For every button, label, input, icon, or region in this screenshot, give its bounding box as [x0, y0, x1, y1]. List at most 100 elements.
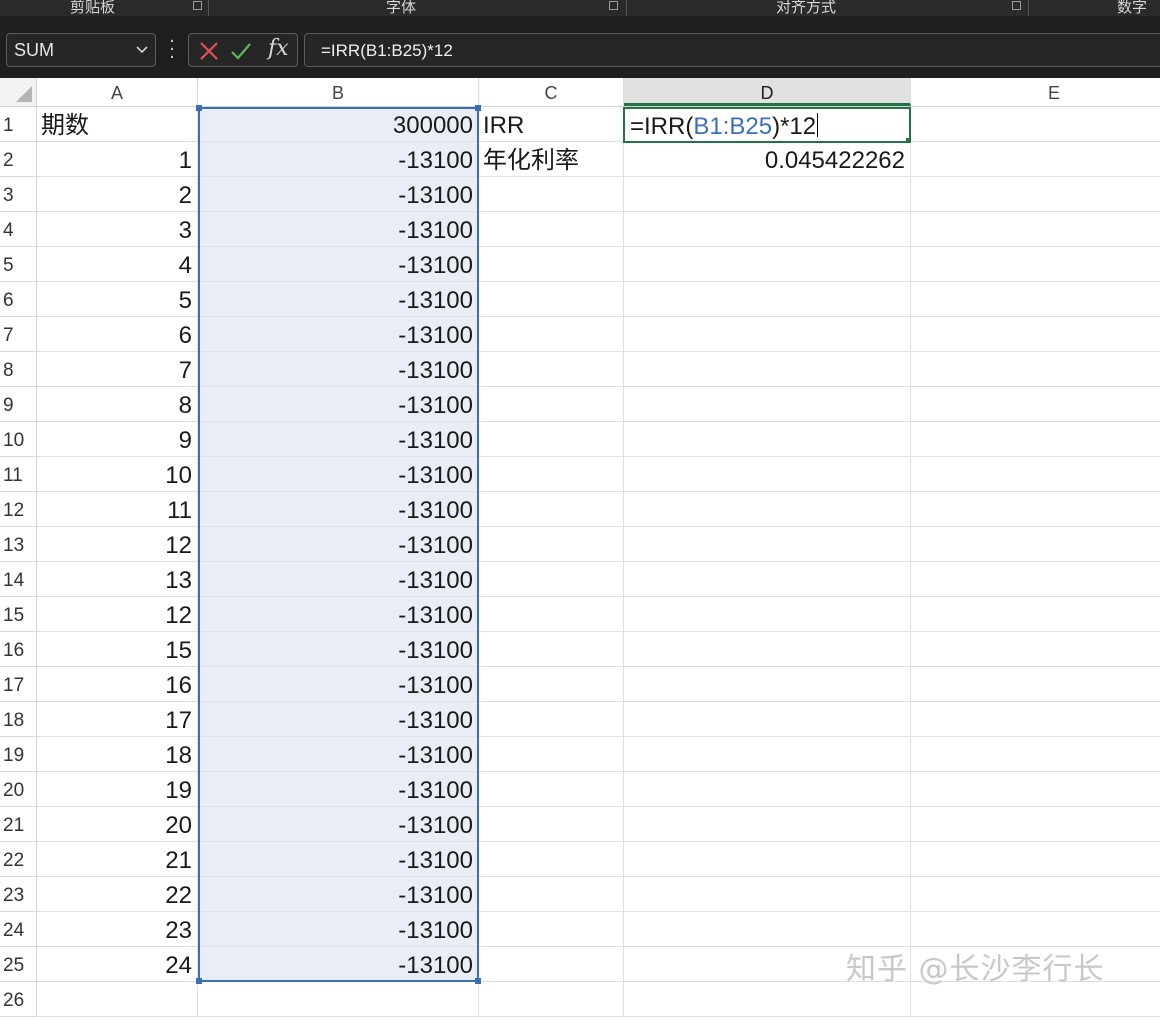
confirm-check-icon[interactable] — [229, 39, 253, 63]
cell-d16[interactable] — [624, 632, 911, 667]
cell-e17[interactable] — [911, 667, 1160, 702]
cell-d6[interactable] — [624, 282, 911, 317]
cell-a18[interactable]: 17 — [37, 702, 198, 737]
cell-b16[interactable]: -13100 — [198, 632, 479, 667]
row-header-24[interactable]: 24 — [0, 912, 37, 947]
cell-e24[interactable] — [911, 912, 1160, 947]
cell-b23[interactable]: -13100 — [198, 877, 479, 912]
cell-d21[interactable] — [624, 807, 911, 842]
cell-b18[interactable]: -13100 — [198, 702, 479, 737]
cell-d20[interactable] — [624, 772, 911, 807]
name-box[interactable]: SUM — [6, 33, 156, 67]
row-header-25[interactable]: 25 — [0, 947, 37, 982]
cell-a10[interactable]: 9 — [37, 422, 198, 457]
row-header-5[interactable]: 5 — [0, 247, 37, 282]
cell-a25[interactable]: 24 — [37, 947, 198, 982]
cell-c1[interactable]: IRR — [479, 107, 624, 142]
cell-d10[interactable] — [624, 422, 911, 457]
row-header-12[interactable]: 12 — [0, 492, 37, 527]
cell-a13[interactable]: 12 — [37, 527, 198, 562]
row-header-19[interactable]: 19 — [0, 737, 37, 772]
cell-a3[interactable]: 2 — [37, 177, 198, 212]
row-header-13[interactable]: 13 — [0, 527, 37, 562]
cell-e13[interactable] — [911, 527, 1160, 562]
chevron-down-icon[interactable] — [135, 44, 149, 56]
cell-e20[interactable] — [911, 772, 1160, 807]
cell-b9[interactable]: -13100 — [198, 387, 479, 422]
row-header-17[interactable]: 17 — [0, 667, 37, 702]
cell-d14[interactable] — [624, 562, 911, 597]
cell-e7[interactable] — [911, 317, 1160, 352]
column-header-c[interactable]: C — [479, 78, 624, 106]
cell-b14[interactable]: -13100 — [198, 562, 479, 597]
cell-b6[interactable]: -13100 — [198, 282, 479, 317]
cell-b25[interactable]: -13100 — [198, 947, 479, 982]
cell-b19[interactable]: -13100 — [198, 737, 479, 772]
cell-b3[interactable]: -13100 — [198, 177, 479, 212]
cell-a22[interactable]: 21 — [37, 842, 198, 877]
cell-e19[interactable] — [911, 737, 1160, 772]
cell-e9[interactable] — [911, 387, 1160, 422]
row-header-16[interactable]: 16 — [0, 632, 37, 667]
cell-c23[interactable] — [479, 877, 624, 912]
row-header-23[interactable]: 23 — [0, 877, 37, 912]
column-header-a[interactable]: A — [37, 78, 198, 106]
cell-c14[interactable] — [479, 562, 624, 597]
cell-e5[interactable] — [911, 247, 1160, 282]
cell-c20[interactable] — [479, 772, 624, 807]
cell-b15[interactable]: -13100 — [198, 597, 479, 632]
cell-a15[interactable]: 12 — [37, 597, 198, 632]
cell-a26[interactable] — [37, 982, 198, 1017]
cell-c17[interactable] — [479, 667, 624, 702]
cell-d12[interactable] — [624, 492, 911, 527]
cell-e6[interactable] — [911, 282, 1160, 317]
cell-a2[interactable]: 1 — [37, 142, 198, 177]
cell-a21[interactable]: 20 — [37, 807, 198, 842]
select-all-corner[interactable] — [0, 78, 37, 106]
cell-d7[interactable] — [624, 317, 911, 352]
cell-e1[interactable] — [911, 107, 1160, 142]
cell-c4[interactable] — [479, 212, 624, 247]
clipboard-launcher-icon[interactable] — [193, 1, 202, 10]
column-header-d[interactable]: D — [624, 78, 911, 106]
cell-c6[interactable] — [479, 282, 624, 317]
alignment-launcher-icon[interactable] — [1012, 1, 1021, 10]
row-header-15[interactable]: 15 — [0, 597, 37, 632]
cell-c3[interactable] — [479, 177, 624, 212]
cell-c11[interactable] — [479, 457, 624, 492]
row-header-20[interactable]: 20 — [0, 772, 37, 807]
cell-e21[interactable] — [911, 807, 1160, 842]
cell-b4[interactable]: -13100 — [198, 212, 479, 247]
cell-c25[interactable] — [479, 947, 624, 982]
cell-c9[interactable] — [479, 387, 624, 422]
cell-b8[interactable]: -13100 — [198, 352, 479, 387]
cell-b21[interactable]: -13100 — [198, 807, 479, 842]
cell-a8[interactable]: 7 — [37, 352, 198, 387]
row-header-3[interactable]: 3 — [0, 177, 37, 212]
cell-d22[interactable] — [624, 842, 911, 877]
cell-a6[interactable]: 5 — [37, 282, 198, 317]
cell-e22[interactable] — [911, 842, 1160, 877]
cell-e2[interactable] — [911, 142, 1160, 177]
cell-d15[interactable] — [624, 597, 911, 632]
cell-b26[interactable] — [198, 982, 479, 1017]
cell-e15[interactable] — [911, 597, 1160, 632]
cell-e16[interactable] — [911, 632, 1160, 667]
cell-b20[interactable]: -13100 — [198, 772, 479, 807]
cell-c10[interactable] — [479, 422, 624, 457]
column-header-e[interactable]: E — [911, 78, 1160, 106]
cell-c21[interactable] — [479, 807, 624, 842]
cell-e14[interactable] — [911, 562, 1160, 597]
cell-a7[interactable]: 6 — [37, 317, 198, 352]
row-header-8[interactable]: 8 — [0, 352, 37, 387]
cell-e11[interactable] — [911, 457, 1160, 492]
cell-d8[interactable] — [624, 352, 911, 387]
cell-c18[interactable] — [479, 702, 624, 737]
cell-d17[interactable] — [624, 667, 911, 702]
cell-c5[interactable] — [479, 247, 624, 282]
cell-a16[interactable]: 15 — [37, 632, 198, 667]
cell-c15[interactable] — [479, 597, 624, 632]
worksheet-grid[interactable]: 期数 300000 IRR 1 -13100 年化利率 0.045422262 2 -13100… — [37, 105, 1160, 1017]
row-header-7[interactable]: 7 — [0, 317, 37, 352]
cell-c2[interactable]: 年化利率 — [479, 142, 624, 177]
